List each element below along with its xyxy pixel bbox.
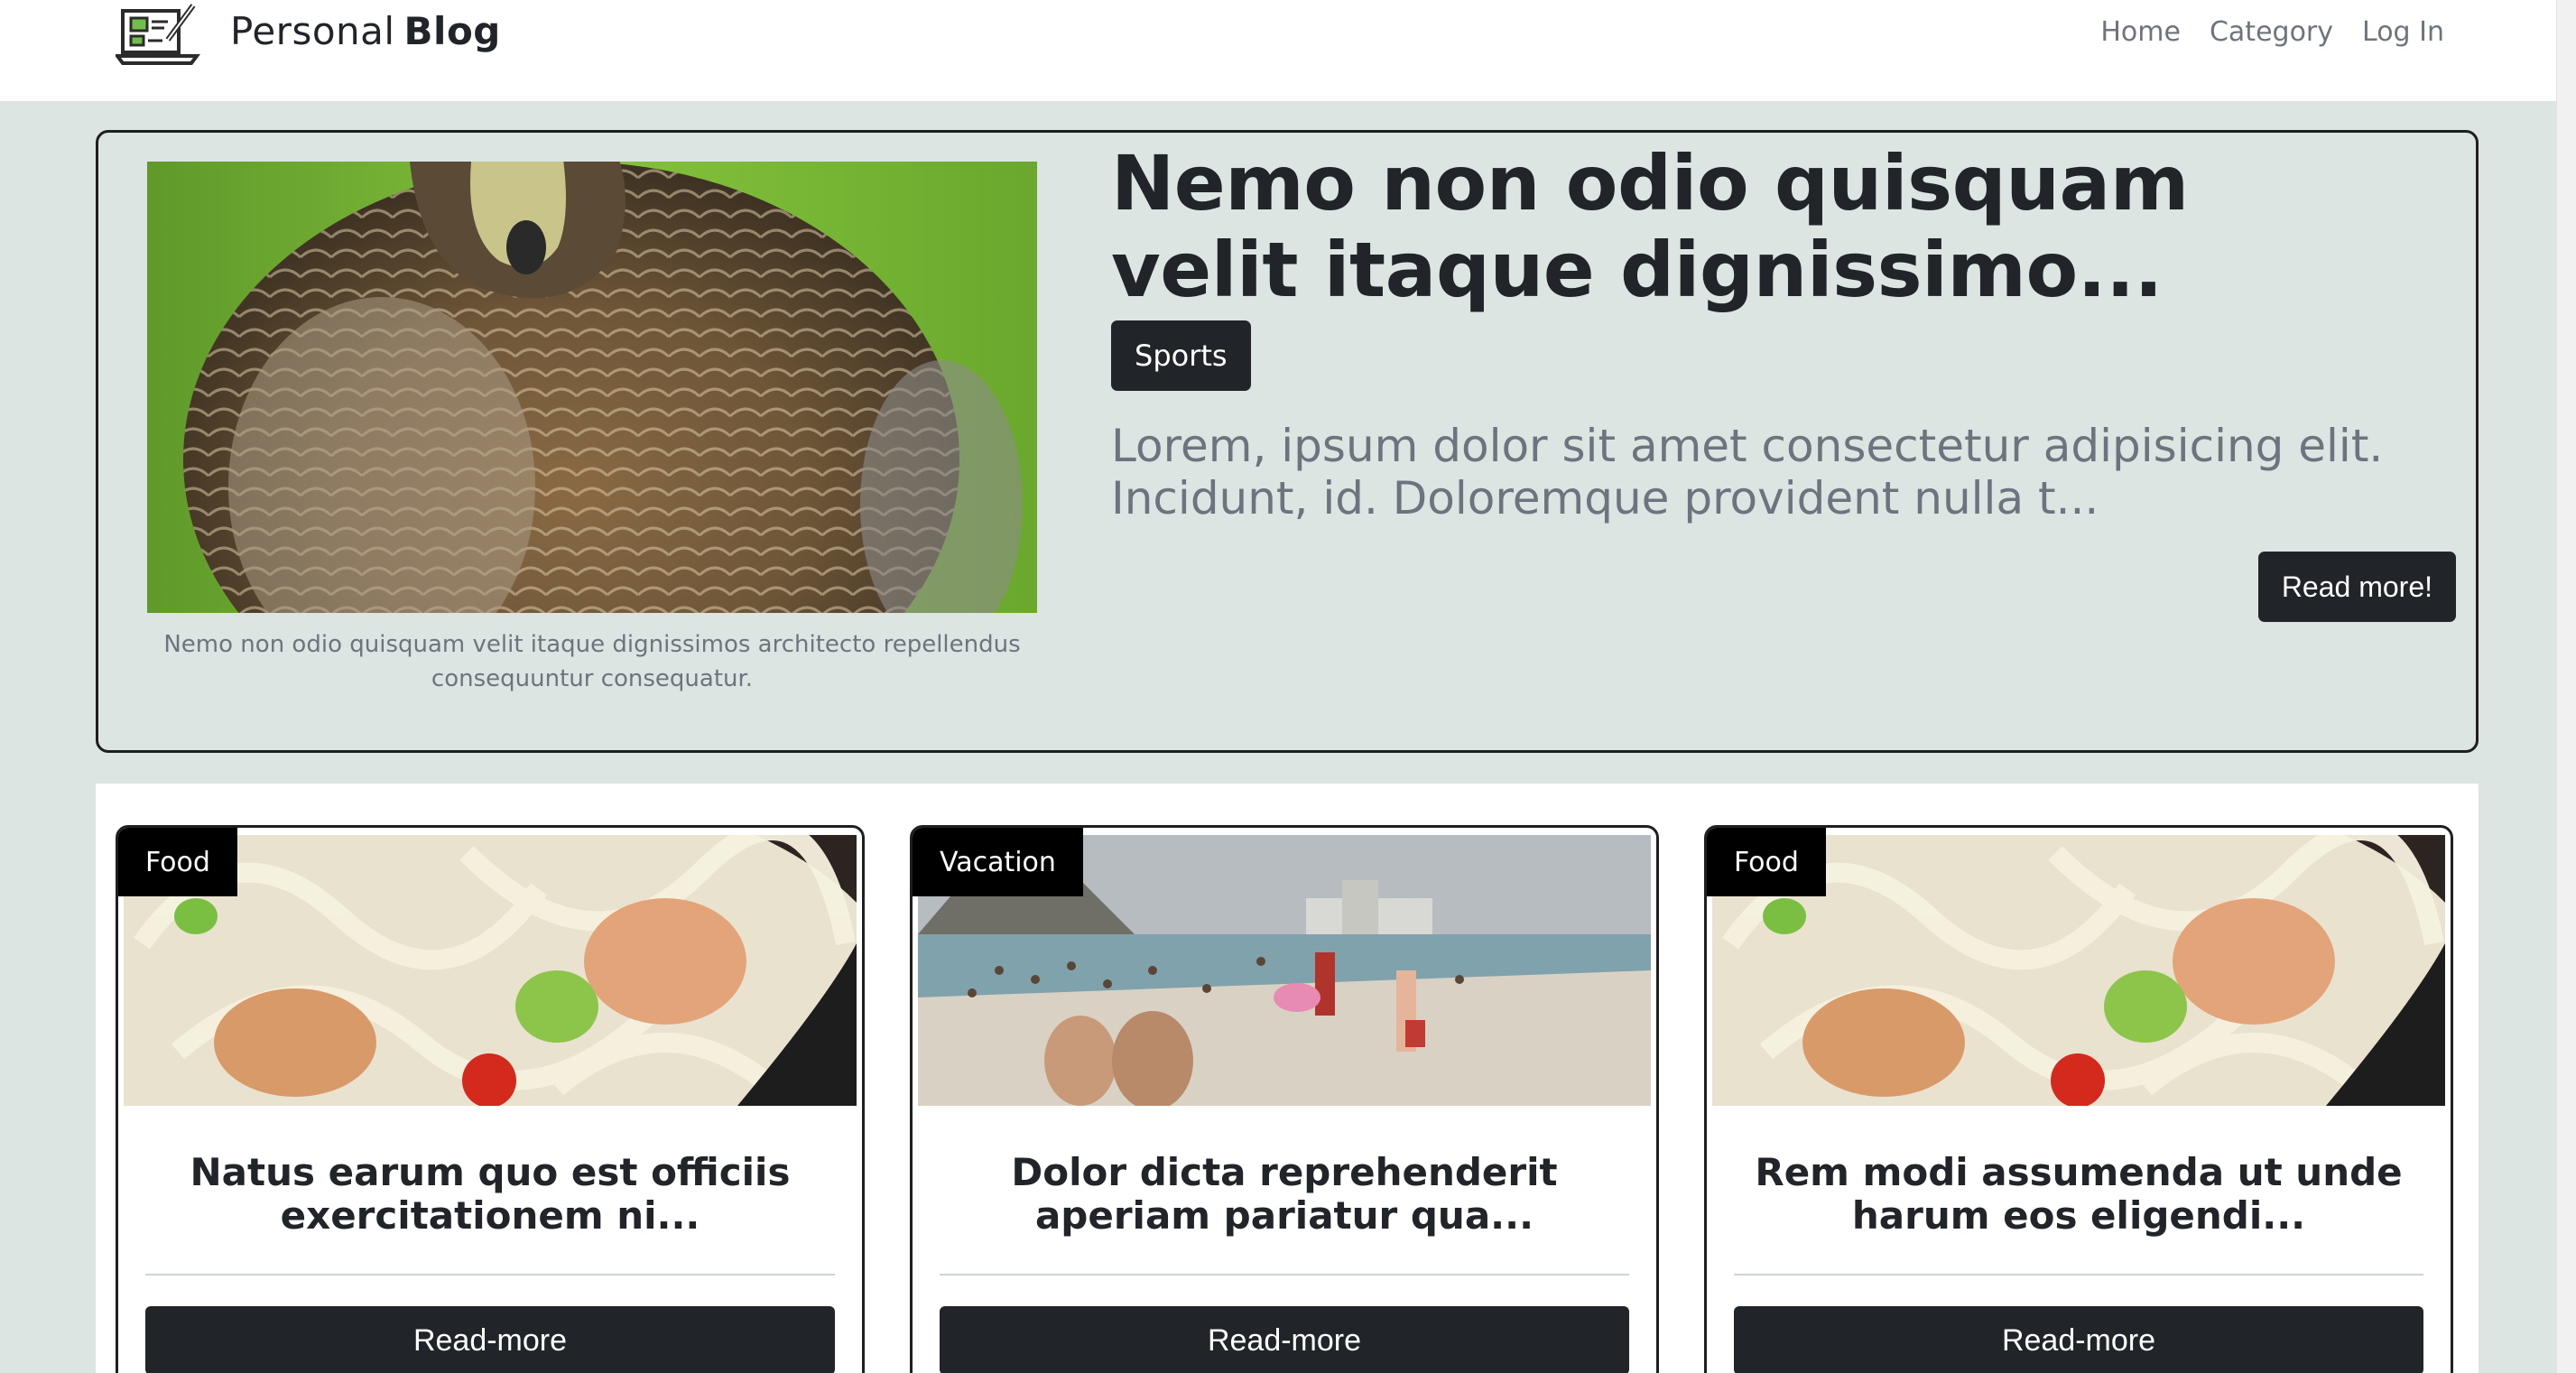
featured-image[interactable] xyxy=(147,162,1037,613)
post-card: Food Natus earum quo est officiis exerci… xyxy=(116,825,865,1373)
post-card: Food Rem modi assumenda ut unde harum eo… xyxy=(1704,825,2453,1373)
card-category-badge[interactable]: Food xyxy=(118,828,237,896)
nav-category-link[interactable]: Category xyxy=(2210,16,2333,48)
card-read-more-button[interactable]: Read-more xyxy=(1734,1306,2423,1373)
brand-name[interactable]: Personal Blog xyxy=(230,0,501,61)
card-title[interactable]: Rem modi assumenda ut unde harum eos eli… xyxy=(1734,1151,2423,1238)
featured-read-more-button[interactable]: Read more! xyxy=(2257,552,2456,622)
post-card: Vacation Dolor dicta reprehenderit aperi… xyxy=(910,825,1659,1373)
duck-photo xyxy=(147,162,1037,613)
card-title[interactable]: Dolor dicta reprehenderit aperiam pariat… xyxy=(940,1151,1629,1238)
card-category-badge[interactable]: Food xyxy=(1707,828,1826,896)
brand-strong: Blog xyxy=(403,8,501,53)
card-divider xyxy=(940,1274,1629,1276)
laptop-edit-icon[interactable] xyxy=(116,0,204,69)
nav-home-link[interactable]: Home xyxy=(2100,16,2181,48)
brand-plain: Personal xyxy=(230,8,395,53)
main-nav: Home Category Log In xyxy=(2100,0,2444,63)
featured-post: Nemo non odio quisquam velit itaque dign… xyxy=(96,130,2479,753)
card-divider xyxy=(145,1274,835,1276)
card-read-more-button[interactable]: Read-more xyxy=(940,1306,1629,1373)
posts-grid: Food Natus earum quo est officiis exerci… xyxy=(96,784,2479,1373)
featured-excerpt: Lorem, ipsum dolor sit amet consectetur … xyxy=(1111,420,2384,524)
card-category-badge[interactable]: Vacation xyxy=(913,828,1083,896)
card-read-more-button[interactable]: Read-more xyxy=(145,1306,835,1373)
nav-login-link[interactable]: Log In xyxy=(2362,16,2444,48)
card-title[interactable]: Natus earum quo est officiis exercitatio… xyxy=(145,1151,835,1238)
vertical-scrollbar[interactable] xyxy=(2556,0,2576,1373)
featured-category-badge[interactable]: Sports xyxy=(1111,320,1251,391)
card-divider xyxy=(1734,1274,2423,1276)
featured-image-caption: Nemo non odio quisquam velit itaque dign… xyxy=(163,631,1021,692)
featured-title[interactable]: Nemo non odio quisquam velit itaque dign… xyxy=(1111,140,2393,313)
navbar: Personal Blog Home Category Log In xyxy=(0,0,2576,101)
